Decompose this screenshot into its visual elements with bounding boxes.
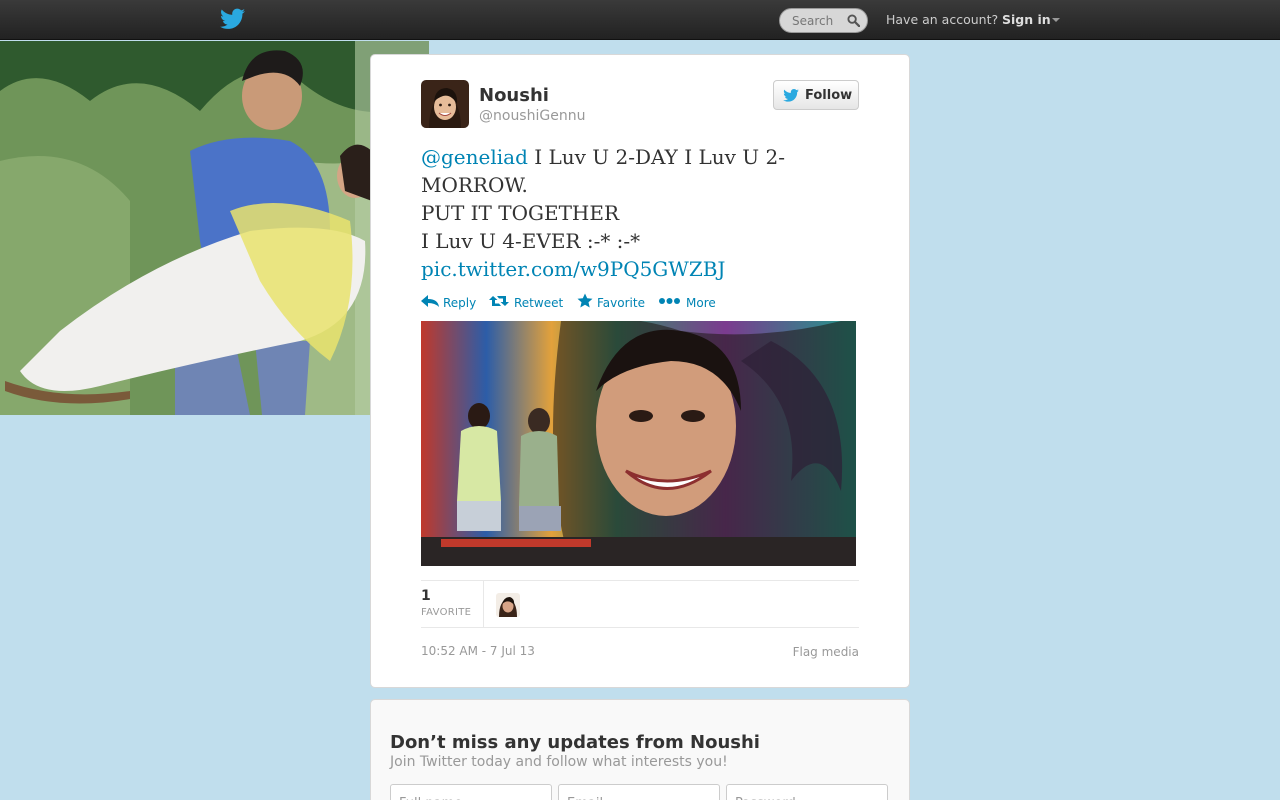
twitter-bird-icon [783, 89, 799, 102]
reply-button[interactable]: Reply [421, 293, 479, 311]
profile-background-image [0, 41, 429, 415]
full-name-field[interactable] [390, 784, 552, 800]
retweet-label: Retweet [514, 296, 564, 310]
tweet-media-photo[interactable] [421, 321, 856, 566]
favorite-label: Favorite [597, 296, 645, 310]
reply-label: Reply [443, 296, 477, 310]
stats-divider [483, 581, 484, 627]
signup-card: Don’t miss any updates from Noushi Join … [370, 699, 910, 800]
screen-name[interactable]: @noushiGennu [479, 108, 585, 124]
more-label: More [686, 296, 716, 310]
have-account-text: Have an account? [886, 12, 999, 27]
tweet-card: Noushi @noushiGennu Follow @geneliad I L… [370, 54, 910, 688]
tweet-text: @geneliad I Luv U 2-DAY I Luv U 2-MORROW… [421, 143, 831, 283]
display-name[interactable]: Noushi [479, 85, 549, 106]
mention-link[interactable]: @geneliad [421, 145, 528, 169]
more-button[interactable]: More [659, 293, 719, 311]
magnifier-icon[interactable] [847, 14, 860, 27]
star-icon [577, 293, 593, 308]
follow-button[interactable]: Follow [773, 80, 859, 110]
sign-in-link[interactable]: Sign in [1002, 12, 1051, 27]
password-field[interactable] [726, 784, 888, 800]
retweet-button[interactable]: Retweet [489, 293, 565, 311]
tweet-stats: 1 FAVORITE [421, 580, 859, 628]
caret-down-icon[interactable] [1052, 18, 1060, 22]
favoriter-avatar[interactable] [496, 593, 520, 617]
flag-media-link[interactable]: Flag media [793, 645, 859, 659]
tweet-timestamp[interactable]: 10:52 AM - 7 Jul 13 [421, 644, 535, 658]
retweet-icon [489, 296, 509, 306]
pic-link[interactable]: pic.twitter.com/w9PQ5GWZBJ [421, 257, 725, 281]
favorite-count-label: FAVORITE [421, 607, 472, 618]
email-field[interactable] [558, 784, 720, 800]
ellipsis-icon [659, 298, 680, 304]
twitter-bird-icon[interactable] [220, 8, 245, 30]
tweet-text-line2: PUT IT TOGETHER [421, 201, 620, 225]
background-photo-art [0, 41, 429, 415]
tweet-text-line3: I Luv U 4-EVER :-* :-* [421, 229, 641, 253]
search-box [779, 8, 868, 33]
follow-label: Follow [805, 88, 853, 103]
reply-icon [421, 295, 439, 307]
favorite-button[interactable]: Favorite [577, 293, 649, 311]
signup-subtitle: Join Twitter today and follow what inter… [390, 754, 728, 770]
favorite-count[interactable]: 1 [421, 588, 431, 604]
top-navigation-bar: Have an account? Sign in [0, 0, 1280, 40]
avatar[interactable] [421, 80, 469, 128]
search-input[interactable] [780, 9, 844, 32]
signup-title: Don’t miss any updates from Noushi [390, 732, 760, 753]
